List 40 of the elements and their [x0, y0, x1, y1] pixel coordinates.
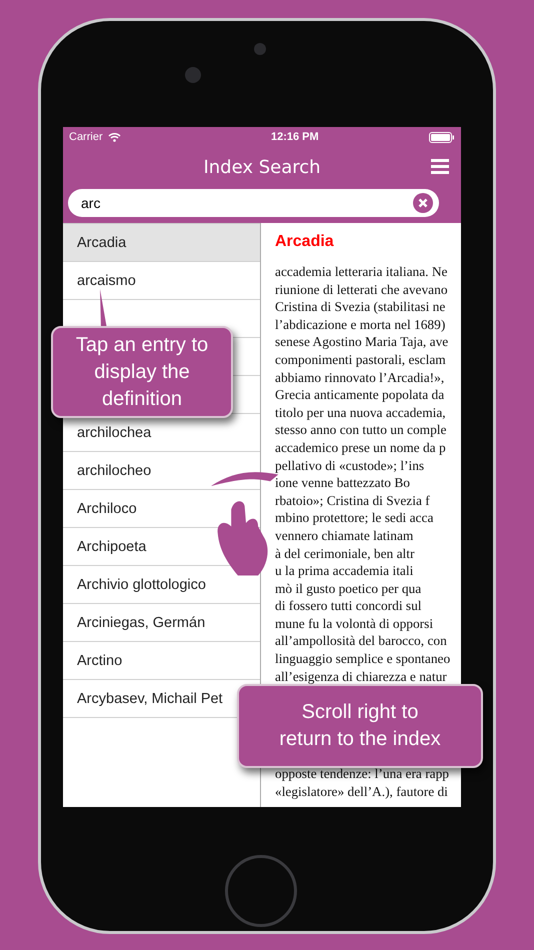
definition-text-line: componimenti pastorali, esclam — [275, 350, 447, 369]
menu-icon[interactable] — [431, 159, 449, 174]
definition-text-line: u la prima accademia itali — [275, 562, 414, 580]
definition-text-line: mbino protettore; le sedi acca — [275, 509, 434, 527]
definition-text-line: mò il gusto poetico per qua — [275, 580, 422, 598]
definition-text-line: Grecia anticamente popolata da — [275, 386, 446, 404]
wifi-icon — [108, 132, 121, 142]
clear-icon[interactable] — [413, 193, 433, 213]
carrier-label: Carrier — [69, 131, 121, 143]
battery-icon — [428, 132, 455, 142]
definition-text-line: abbiamo rinnovato l’Arcadia!», — [275, 368, 446, 386]
definition-text-line: pellativo di «custode»; l’ins — [275, 456, 426, 474]
definition-text-line: all’ampollosità del barocco, con — [275, 632, 448, 650]
screen-title: Index Search — [203, 156, 321, 178]
definition-text-line: senese Agostino Maria Taja, ave — [275, 333, 450, 351]
definition-text-line: accademico prese un nome da p — [275, 438, 447, 457]
camera-icon — [254, 43, 266, 55]
definition-text-line: ione venne battezzato Bo — [275, 474, 411, 492]
definition-text-line: mune fu la volontà di opporsi — [275, 614, 434, 632]
definition-title: Arcadia — [275, 233, 335, 251]
definition-text-line: riunione di letterati che avevano — [275, 280, 449, 298]
definition-text-line: opposte tendenze: l’una era rapp — [275, 765, 450, 783]
index-entry[interactable]: Arcadia — [63, 224, 260, 262]
definition-text-line: linguaggio semplice e spontaneo — [275, 650, 452, 668]
definition-text-line: titolo per una nuova accademia, — [275, 404, 447, 422]
hint-tooltip: Scroll right to return to the index — [237, 684, 483, 768]
definition-text-line: «legislatore» dell’A.), fautore di — [275, 782, 449, 800]
hint-tooltip: Tap an entry to display the definition — [51, 326, 233, 418]
search-field[interactable]: arc — [68, 189, 439, 217]
definition-text-line: accademia letteraria italiana. Ne — [275, 263, 448, 281]
status-time: 12:16 PM — [270, 131, 319, 143]
definition-text-line: rbatoio»; Cristina di Svezia f — [275, 492, 431, 510]
definition-text-line: à del cerimoniale, ben altr — [275, 544, 416, 562]
definition-text-line: vennero chiamate latinam — [275, 526, 414, 544]
definition-text-line: l’abdicazione e morta nel 1689) — [275, 316, 446, 334]
camera-icon — [185, 67, 201, 83]
definition-text-line: Cristina di Svezia (stabilitasi ne — [275, 298, 446, 316]
definition-text-line: di fossero tutti concordi sul — [275, 597, 423, 615]
definition-text-line: all’esigenza di chiarezza e natur — [275, 668, 448, 686]
definition-text-line: stesso anno con tutto un comple — [275, 421, 448, 439]
